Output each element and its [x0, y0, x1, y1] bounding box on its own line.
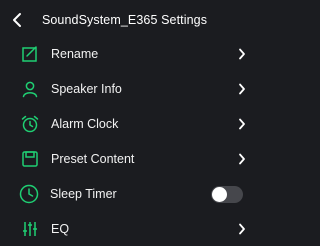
- chevron-right-icon: [237, 222, 247, 236]
- preset-save-icon: [20, 149, 40, 169]
- settings-item-alarm-clock[interactable]: Alarm Clock: [0, 107, 249, 141]
- back-button[interactable]: [6, 9, 28, 31]
- settings-item-label: Preset Content: [51, 152, 135, 166]
- settings-item-label: Sleep Timer: [50, 187, 117, 201]
- chevron-right-icon: [237, 82, 247, 96]
- user-icon: [20, 79, 40, 99]
- equalizer-icon: [20, 219, 40, 239]
- chevron-right-icon: [237, 47, 247, 61]
- toggle-knob: [212, 186, 227, 202]
- alarm-clock-icon: [20, 114, 40, 134]
- edit-icon: [20, 44, 40, 64]
- settings-item-preset-content[interactable]: Preset Content: [0, 142, 249, 176]
- settings-item-rename[interactable]: Rename: [0, 37, 249, 71]
- clock-icon: [18, 183, 40, 205]
- chevron-right-icon: [237, 117, 247, 131]
- header-bar: SoundSystem_E365 Settings: [0, 0, 249, 40]
- settings-item-label: EQ: [51, 222, 70, 236]
- settings-item-eq[interactable]: EQ: [0, 212, 249, 246]
- settings-item-label: Rename: [51, 47, 99, 61]
- sleep-timer-toggle[interactable]: [211, 185, 243, 203]
- settings-item-label: Speaker Info: [51, 82, 122, 96]
- settings-item-label: Alarm Clock: [51, 117, 119, 131]
- page-title: SoundSystem_E365 Settings: [41, 13, 208, 27]
- settings-item-speaker-info[interactable]: Speaker Info: [0, 72, 249, 106]
- settings-item-sleep-timer: Sleep Timer: [0, 177, 249, 211]
- chevron-right-icon: [237, 152, 247, 166]
- chevron-left-icon: [13, 13, 21, 27]
